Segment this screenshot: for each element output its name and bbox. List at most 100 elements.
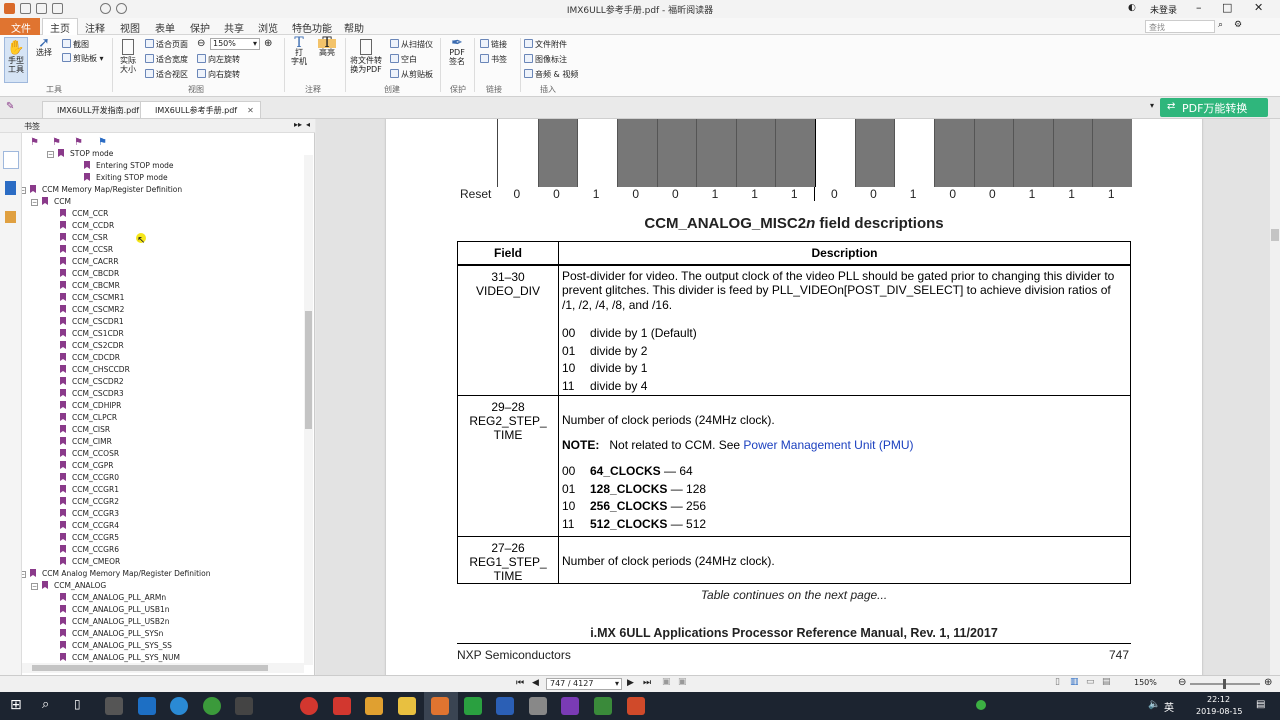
bookmark-group[interactable]: − CCM [31,197,71,209]
menu-browse[interactable]: 浏览 [258,20,278,35]
select-button[interactable]: ➚ 选择 [34,36,54,57]
bookmark-item[interactable]: CCM_CIMR [60,437,112,449]
bookmark-item[interactable]: CCM_CCSR [60,245,113,257]
bookmark-item[interactable]: CCM_CCOSR [60,449,119,461]
image-annot-button[interactable]: 图像标注 [524,54,567,65]
pdf-sign-button[interactable]: ✒ PDF 签名 [444,36,470,66]
bookmark-item[interactable]: CCM_ANALOG_PLL_SYS_SS [60,641,172,653]
bookmark-item[interactable]: CCM_ANALOG_PLL_USB2n [60,617,170,629]
menu-help[interactable]: 帮助 [344,20,364,35]
bookmark-item[interactable]: CCM_CCDR [60,221,114,233]
bookmark-item[interactable]: CCM_CCGR1 [60,485,119,497]
bookmark-item[interactable]: CCM_CSCMR2 [60,305,124,317]
first-page-icon[interactable]: ⏮ [516,678,524,688]
next-page-icon[interactable]: ▶ [627,678,634,688]
bookmark-item[interactable]: CCM_CCGR3 [60,509,119,521]
bookmark-item[interactable]: CCM_CCGR4 [60,521,119,533]
word-icon[interactable] [496,697,514,715]
tab-reference-manual[interactable]: IMX6ULL参考手册.pdf ✕ [140,101,261,118]
zoom-out-icon[interactable]: ⊖ [197,38,205,49]
panel-expand-icon[interactable]: ▸▸ [294,120,302,129]
bookmark-item[interactable]: CCM_CDCDR [60,353,120,365]
bookmark-group[interactable]: − STOP mode [47,149,113,161]
bookmark-item[interactable]: CCM_ANALOG_PLL_USB1n [60,605,170,617]
find-bookmark-icon[interactable]: ⚑ [98,137,107,148]
convert-to-pdf-button[interactable]: 将文件转 换为PDF [348,39,384,74]
bookmark-group[interactable]: − CCM_ANALOG [31,581,106,593]
pmu-link[interactable]: Power Management Unit (PMU) [743,438,913,452]
zoom-slider[interactable] [1190,679,1260,689]
typewriter-button[interactable]: T打 字机 [288,36,310,66]
link-button[interactable]: 链接 [480,39,507,50]
menu-comment[interactable]: 注释 [85,20,105,35]
bookmark-item[interactable]: CCM_CCR [60,209,108,221]
app-icon[interactable] [365,697,383,715]
rotate-right-button[interactable]: 向右旋转 [197,69,240,80]
fit-width-button[interactable]: 适合宽度 [145,54,188,65]
bookmarks-tab-icon[interactable] [3,151,19,169]
browser-icon[interactable] [170,697,188,715]
calculator-icon[interactable] [529,697,547,715]
bookmark-item[interactable]: CCM_ANALOG_PLL_ARMn [60,593,166,605]
status-zoom-in-icon[interactable]: ⊕ [1264,677,1272,688]
foxit-reader-icon[interactable] [431,697,449,715]
bookmark-item[interactable]: CCM_CS2CDR [60,341,124,353]
rotate-left-button[interactable]: 向左旋转 [197,54,240,65]
bookmark-item[interactable]: Exiting STOP mode [84,173,168,185]
bookmark-item[interactable]: CCM_CISR [60,425,110,437]
zoom-select[interactable]: 150% ▾ [210,38,260,50]
netease-icon[interactable] [300,697,318,715]
menu-protect[interactable]: 保护 [190,20,210,35]
from-scanner-button[interactable]: 从扫描仪 [390,39,433,50]
bookmark-item[interactable]: CCM_CMEOR [60,557,120,569]
bookmark-group[interactable]: − CCM Analog Memory Map/Register Definiti… [22,569,210,581]
bookmark-item[interactable]: CCM_CHSCCDR [60,365,130,377]
menu-home[interactable]: 主页 [50,20,70,35]
from-clipboard-button[interactable]: 从剪贴板 [390,69,433,80]
facing-page-icon[interactable]: ▭ [1086,677,1095,687]
search-icon[interactable]: ⌕ [1218,20,1223,30]
actual-size-button[interactable]: 实际 大小 [116,39,140,74]
bookmark-item[interactable]: CCM_CDHIPR [60,401,121,413]
bookmark-item[interactable]: CCM_CBCMR [60,281,120,293]
bookmark-item[interactable]: CCM_ANALOG_PLL_SYS_NUM [60,653,180,663]
app-icon[interactable] [594,697,612,715]
app-icon[interactable] [235,697,253,715]
bookmark-item[interactable]: Entering STOP mode [84,161,174,173]
hand-tool-button[interactable]: ✋ 手型 工具 [4,37,28,83]
login-button[interactable]: 未登录 [1150,3,1177,16]
menu-file[interactable]: 文件 [11,20,31,35]
settings-icon[interactable]: ⚙ [1234,20,1242,30]
camera-app-icon[interactable] [105,697,123,715]
bookmark-group[interactable]: − CCM Memory Map/Register Definition [22,185,182,197]
close-icon[interactable]: ✕ [1254,1,1263,14]
app-icon[interactable] [627,697,645,715]
bookmark-item[interactable]: CCM_CSR [60,233,108,245]
app-icon[interactable] [464,697,482,715]
bookmark-item[interactable]: CCM_CSCDR3 [60,389,124,401]
continuous-facing-icon[interactable]: ▤ [1102,677,1111,687]
audio-video-button[interactable]: 音频 & 视频 [524,69,578,80]
blank-button[interactable]: 空白 [390,54,417,65]
single-page-icon[interactable]: ▯ [1055,677,1060,687]
minimize-icon[interactable]: – [1196,1,1202,14]
app-icon[interactable] [333,697,351,715]
menu-features[interactable]: 特色功能 [292,20,332,35]
tab-list-icon[interactable]: ▾ [1150,101,1154,110]
maximize-icon[interactable]: □ [1222,1,1232,14]
layers-tab-icon[interactable] [5,211,16,223]
volume-icon[interactable]: 🔈 [1148,699,1160,710]
zoom-level[interactable]: 150% [1134,678,1157,687]
bookmark-item[interactable]: CCM_CCGR6 [60,545,119,557]
pdf-convert-button[interactable]: ⇄ PDF万能转换 [1160,98,1268,117]
status-zoom-out-icon[interactable]: ⊖ [1178,677,1186,688]
bookmark-item[interactable]: CCM_CCGR2 [60,497,119,509]
search-input[interactable]: 查找 [1145,20,1215,33]
windows-start-icon[interactable]: ⊞ [10,697,22,713]
bookmark-item[interactable]: CCM_CBCDR [60,269,119,281]
menu-view[interactable]: 视图 [120,20,140,35]
search-taskbar-icon[interactable]: ⌕ [42,697,49,712]
skin-icon[interactable]: ◐ [1128,3,1136,13]
notification-icon[interactable]: ▤ [1256,699,1265,710]
onenote-icon[interactable] [561,697,579,715]
